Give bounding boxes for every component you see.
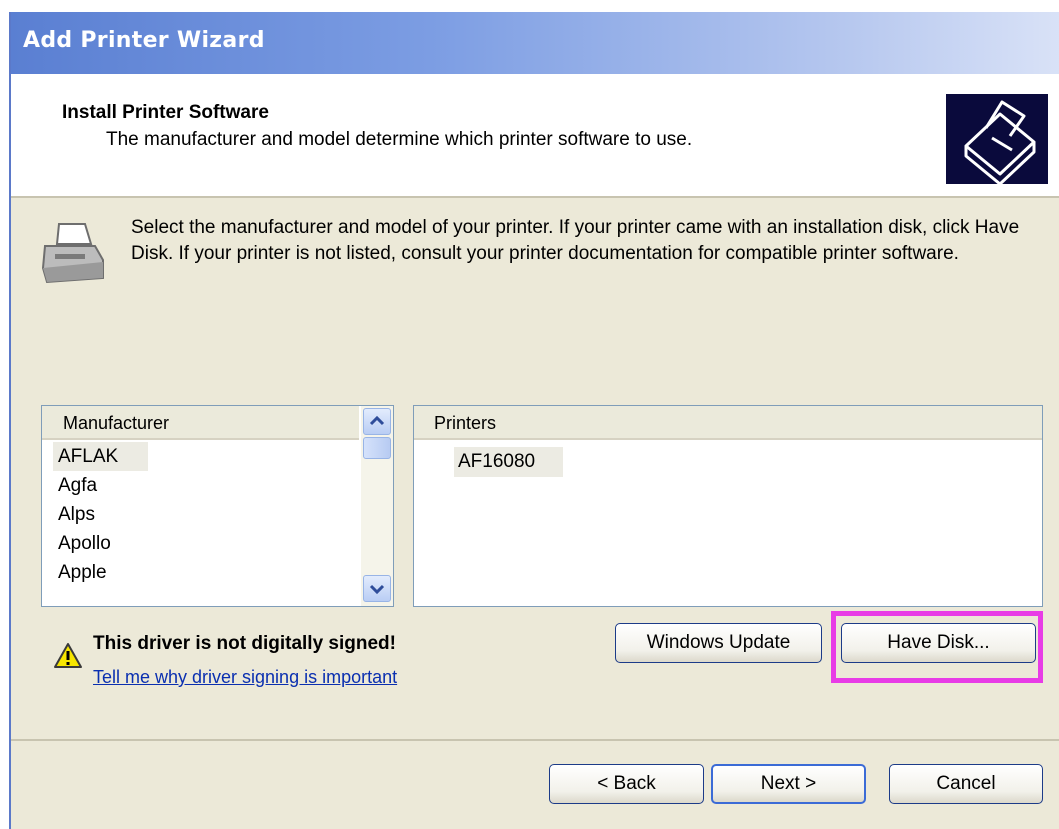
- manufacturer-scrollbar[interactable]: [361, 406, 393, 606]
- page-subtitle: The manufacturer and model determine whi…: [106, 129, 693, 150]
- driver-signing-link[interactable]: Tell me why driver signing is important: [93, 667, 397, 688]
- separator: [11, 739, 1059, 741]
- next-button[interactable]: Next >: [711, 764, 866, 804]
- chevron-up-icon: [369, 415, 385, 426]
- have-disk-highlight: [831, 611, 1043, 683]
- manufacturer-column-header[interactable]: Manufacturer: [42, 406, 359, 440]
- chevron-down-icon: [369, 584, 385, 595]
- list-item[interactable]: Agfa: [53, 471, 353, 500]
- title-bar[interactable]: Add Printer Wizard: [11, 12, 1059, 74]
- manufacturer-list: AFLAK Agfa Alps Apollo Apple: [53, 442, 353, 587]
- printers-column-header[interactable]: Printers: [414, 406, 1042, 440]
- back-button[interactable]: < Back: [549, 764, 704, 804]
- windows-update-button[interactable]: Windows Update: [615, 623, 822, 663]
- scroll-thumb[interactable]: [363, 437, 391, 459]
- wizard-header: Install Printer Software The manufacture…: [11, 74, 1059, 198]
- window-title: Add Printer Wizard: [23, 28, 265, 53]
- list-item[interactable]: Apple: [53, 558, 353, 587]
- printer-wizard-graphic-icon: [946, 94, 1048, 186]
- list-item[interactable]: AF16080: [454, 447, 564, 477]
- driver-warning-text: This driver is not digitally signed!: [93, 633, 396, 654]
- list-item[interactable]: AFLAK: [53, 442, 148, 471]
- list-item[interactable]: Alps: [53, 500, 353, 529]
- scroll-up-button[interactable]: [363, 408, 391, 435]
- printer-icon: [39, 220, 109, 293]
- intro-text: Select the manufacturer and model of you…: [131, 217, 1020, 264]
- add-printer-wizard-window: Add Printer Wizard Install Printer Softw…: [9, 12, 1059, 829]
- warning-icon: [53, 642, 83, 675]
- printers-listbox[interactable]: Printers AF16080: [413, 405, 1043, 607]
- list-item[interactable]: Apollo: [53, 529, 353, 558]
- cancel-button[interactable]: Cancel: [889, 764, 1043, 804]
- manufacturer-listbox[interactable]: Manufacturer AFLAK Agfa Alps Apollo Appl…: [41, 405, 394, 607]
- page-title: Install Printer Software: [62, 102, 269, 123]
- scroll-down-button[interactable]: [363, 575, 391, 602]
